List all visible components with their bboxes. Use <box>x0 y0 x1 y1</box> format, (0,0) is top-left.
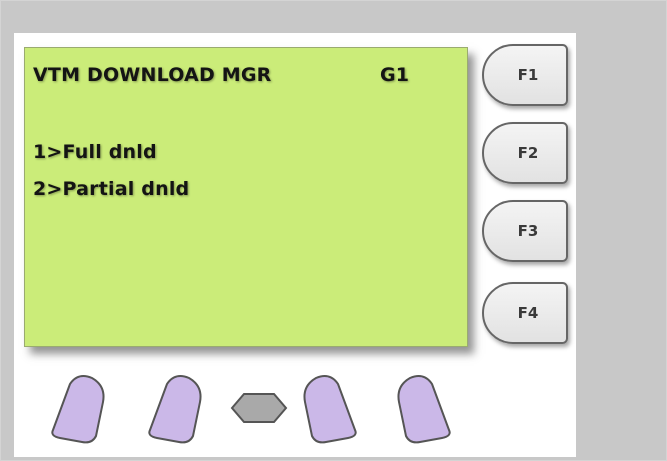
f2-button[interactable]: F2 <box>482 122 568 184</box>
softkey-left-1[interactable] <box>48 372 110 448</box>
f1-button[interactable]: F1 <box>482 44 568 106</box>
screen-title: VTM DOWNLOAD MGR <box>33 64 272 86</box>
f3-label: F3 <box>517 222 539 240</box>
screen-group-label: G1 <box>380 64 410 86</box>
menu-item-partial-download[interactable]: 2>Partial dnld <box>33 178 189 200</box>
softkey-center[interactable] <box>228 390 290 426</box>
f4-label: F4 <box>517 304 539 322</box>
menu-item-full-download[interactable]: 1>Full dnld <box>33 141 157 163</box>
lcd-screen: VTM DOWNLOAD MGR G1 1>Full dnld 2>Partia… <box>24 47 468 347</box>
f2-label: F2 <box>517 144 539 162</box>
f3-button[interactable]: F3 <box>482 200 568 262</box>
f4-button[interactable]: F4 <box>482 282 568 344</box>
f1-label: F1 <box>517 66 539 84</box>
softkey-right-1[interactable] <box>298 372 360 448</box>
softkey-left-2[interactable] <box>145 372 207 448</box>
softkey-right-2[interactable] <box>392 372 454 448</box>
